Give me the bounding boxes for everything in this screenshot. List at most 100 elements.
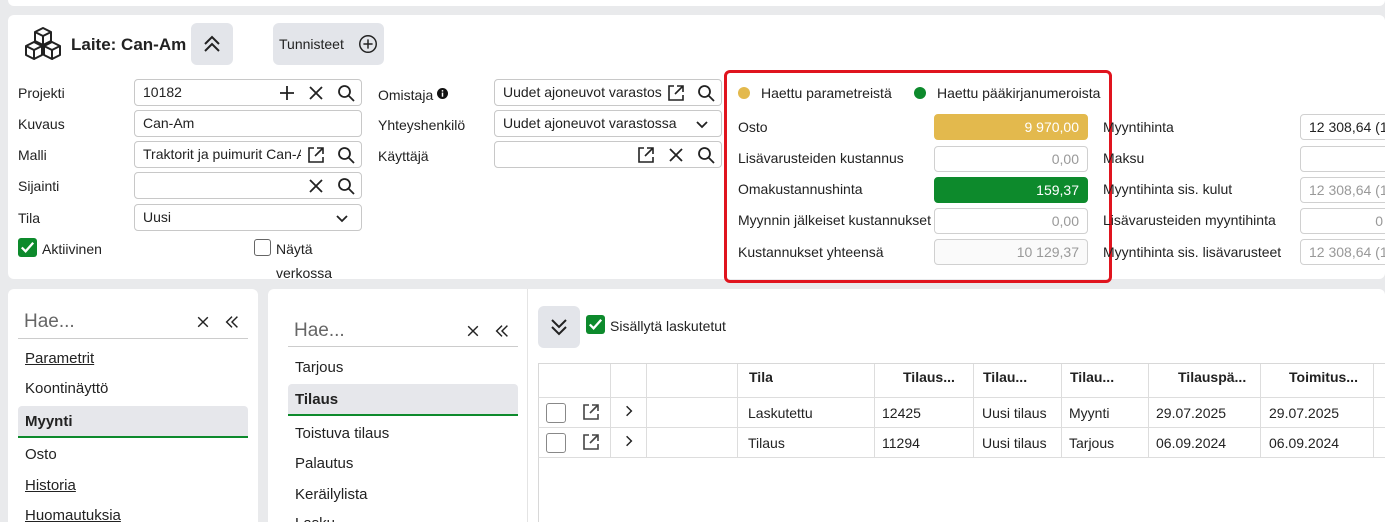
search-icon[interactable] xyxy=(695,82,717,104)
projekti-label: Projekti xyxy=(18,85,65,101)
page-title: Laite: Can-Am xyxy=(71,35,187,54)
chevron-down-icon xyxy=(331,207,353,229)
grid-header-divider xyxy=(538,397,1385,398)
column-header-tilausnumero[interactable]: Tilaus... xyxy=(903,369,955,385)
close-icon[interactable] xyxy=(465,323,481,339)
open-external-icon[interactable] xyxy=(581,402,601,422)
mid-nav-item-lasku[interactable]: Lasku xyxy=(288,508,518,522)
row-select-checkbox[interactable] xyxy=(546,403,566,423)
row-select-checkbox[interactable] xyxy=(546,433,566,453)
cell-tilauspaiva: 29.07.2025 xyxy=(1156,405,1227,421)
cell-tilaustila: Uusi tilaus xyxy=(982,435,1047,451)
tags-label: Tunnisteet xyxy=(279,36,344,52)
chevron-down-icon xyxy=(691,113,713,135)
left-nav-item-parametrit[interactable]: Parametrit xyxy=(18,343,248,375)
mid-nav-item-tarjous[interactable]: Tarjous xyxy=(288,352,518,384)
cost-value-lisavarusteet[interactable]: 0,00 xyxy=(934,146,1088,172)
column-header-tila[interactable]: Tila xyxy=(749,369,773,385)
grid-col-divider xyxy=(973,364,974,457)
double-chevron-up-icon xyxy=(204,35,220,52)
tila-select[interactable]: Uusi xyxy=(134,204,362,231)
column-header-toimitus[interactable]: Toimitus... xyxy=(1289,369,1358,385)
kayttaja-field[interactable] xyxy=(494,141,722,168)
nayta-label: Näytä xyxy=(276,241,313,257)
cost-value-omakustannus[interactable]: 159,37 xyxy=(934,177,1088,203)
cell-tilauspaiva: 06.09.2024 xyxy=(1156,435,1227,451)
sales-value-lisavarusteet[interactable]: 0 xyxy=(1300,208,1385,234)
close-icon[interactable] xyxy=(195,314,211,330)
search-icon[interactable] xyxy=(335,175,357,197)
kuvaus-field[interactable]: Can-Am xyxy=(134,110,362,137)
nayta-verkossa-checkbox[interactable] xyxy=(254,239,271,256)
cost-value-jalkeiset[interactable]: 0,00 xyxy=(934,208,1088,234)
cost-value-osto[interactable]: 9 970,00 xyxy=(934,114,1088,140)
clear-icon[interactable] xyxy=(305,82,327,104)
sijainti-field[interactable] xyxy=(134,172,362,199)
left-nav-item-huomautuksia[interactable]: Huomautuksia xyxy=(18,500,248,522)
yhteyshenkilo-label: Yhteyshenkilö xyxy=(378,117,466,133)
yhteyshenkilo-select[interactable]: Uudet ajoneuvot varastossa xyxy=(494,110,722,137)
clear-icon[interactable] xyxy=(665,144,687,166)
mid-nav-item-tilaus[interactable]: Tilaus xyxy=(288,384,518,416)
double-chevron-left-icon[interactable] xyxy=(493,322,511,340)
chevron-right-icon[interactable] xyxy=(621,433,637,449)
search-icon[interactable] xyxy=(335,82,357,104)
malli-value: Traktorit ja puimurit Can-A xyxy=(143,146,301,162)
left-nav-search-placeholder: Hae... xyxy=(24,311,75,332)
open-external-icon[interactable] xyxy=(305,144,327,166)
legend-ledger-label: Haettu pääkirjanumeroista xyxy=(937,85,1101,101)
verkossa-label: verkossa xyxy=(276,265,333,281)
kuvaus-label: Kuvaus xyxy=(18,116,65,132)
include-invoiced-checkbox[interactable] xyxy=(586,315,605,334)
column-header-tilauspaiva[interactable]: Tilauspä... xyxy=(1178,369,1246,385)
open-external-icon[interactable] xyxy=(665,82,687,104)
mid-nav-item-palautus[interactable]: Palautus xyxy=(288,448,518,480)
grid-row-divider xyxy=(538,427,1385,428)
mid-nav-item-toistuva-tilaus[interactable]: Toistuva tilaus xyxy=(288,418,518,450)
mid-nav-search-placeholder: Hae... xyxy=(294,320,345,341)
search-icon[interactable] xyxy=(335,144,357,166)
cell-tilausnumero: 12425 xyxy=(882,405,921,421)
column-header-tilaustyyppi[interactable]: Tilau... xyxy=(1070,369,1114,385)
malli-label: Malli xyxy=(18,147,47,163)
cost-label-osto: Osto xyxy=(738,119,768,135)
open-external-icon[interactable] xyxy=(635,144,657,166)
omistaja-field[interactable]: Uudet ajoneuvot varastos xyxy=(494,79,722,106)
left-nav-item-historia[interactable]: Historia xyxy=(18,470,248,502)
double-chevron-left-icon[interactable] xyxy=(223,313,241,331)
mid-nav-item-kerailylista[interactable]: Keräilylista xyxy=(288,479,518,511)
projekti-field[interactable]: 10182 xyxy=(134,79,362,106)
aktiivinen-checkbox[interactable] xyxy=(18,238,37,257)
tags-button[interactable]: Tunnisteet xyxy=(273,23,384,65)
search-icon[interactable] xyxy=(695,144,717,166)
sales-label-sis-lisavarusteet: Myyntihinta sis. lisävarusteet xyxy=(1103,244,1282,260)
add-icon[interactable] xyxy=(276,82,298,104)
collapse-button[interactable] xyxy=(191,23,233,65)
malli-field[interactable]: Traktorit ja puimurit Can-A xyxy=(134,141,362,168)
sales-value-myyntihinta[interactable]: 12 308,64 (1 xyxy=(1300,114,1385,140)
left-nav-item-myynti[interactable]: Myynti xyxy=(18,406,248,438)
cost-label-jalkeiset: Myynnin jälkeiset kustannukset xyxy=(738,212,931,228)
info-icon xyxy=(437,88,449,99)
left-nav-item-koontinaytto[interactable]: Koontinäyttö xyxy=(18,373,248,405)
mid-nav-divider xyxy=(527,289,528,522)
plus-circle-icon xyxy=(359,35,377,53)
open-external-icon[interactable] xyxy=(581,432,601,452)
left-nav-search[interactable]: Hae... xyxy=(18,305,248,339)
left-nav-item-osto[interactable]: Osto xyxy=(18,439,248,471)
chevron-right-icon[interactable] xyxy=(621,403,637,419)
sales-value-kulut: 12 308,64 (1 xyxy=(1300,177,1385,203)
tila-value: Uusi xyxy=(143,209,172,225)
yhteyshenkilo-value: Uudet ajoneuvot varastossa xyxy=(503,115,677,131)
grid-col-divider xyxy=(737,364,738,457)
column-header-tilaustila[interactable]: Tilau... xyxy=(983,369,1027,385)
cell-tilaustila: Uusi tilaus xyxy=(982,405,1047,421)
include-invoiced-label: Sisällytä laskutetut xyxy=(610,318,726,334)
sales-value-maksu[interactable] xyxy=(1300,146,1385,172)
tila-label: Tila xyxy=(18,210,41,226)
clear-icon[interactable] xyxy=(305,175,327,197)
expand-button[interactable] xyxy=(538,306,580,348)
mid-nav-search[interactable]: Hae... xyxy=(288,313,518,347)
sales-label-kulut: Myyntihinta sis. kulut xyxy=(1103,181,1233,197)
cell-toimitus: 29.07.2025 xyxy=(1269,405,1340,421)
